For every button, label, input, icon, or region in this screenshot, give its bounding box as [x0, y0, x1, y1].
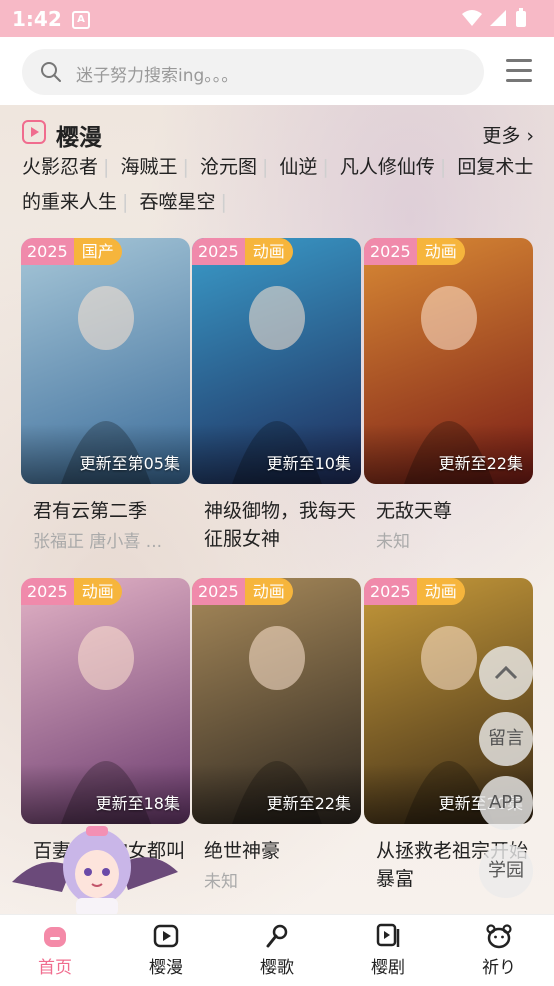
- tag-item[interactable]: 火影忍者: [22, 156, 98, 178]
- poster-image[interactable]: 2025 动画更新至22集: [192, 578, 361, 824]
- tag-item[interactable]: 仙逆: [279, 156, 317, 178]
- year-badge: 2025: [21, 578, 74, 605]
- type-badge: 动画: [244, 578, 293, 605]
- menu-icon[interactable]: [506, 59, 532, 83]
- tab-anime[interactable]: 樱漫: [121, 923, 211, 978]
- message-button[interactable]: 留言: [479, 712, 533, 766]
- more-link[interactable]: 更多 ›: [482, 121, 534, 148]
- tab-label: 樱漫: [149, 958, 183, 978]
- episode-status: 更新至10集: [266, 454, 351, 473]
- year-badge: 2025: [364, 578, 417, 605]
- search-icon: [40, 61, 62, 87]
- tab-songs[interactable]: 樱歌: [232, 923, 322, 978]
- episode-status: 更新至22集: [266, 794, 351, 813]
- play-icon: [153, 923, 179, 949]
- scroll-top-button[interactable]: [479, 646, 533, 700]
- section-header: 樱漫 更多 ›: [22, 118, 534, 151]
- app-notification-icon: A: [72, 11, 90, 29]
- year-badge: 2025: [364, 238, 417, 265]
- mascot-character[interactable]: [2, 812, 188, 916]
- card-title[interactable]: 神级御物，我每天征服女神: [192, 497, 361, 553]
- anime-card[interactable]: 2025 动画更新至10集神级御物，我每天征服女神: [192, 238, 361, 555]
- system-icons: [460, 8, 540, 34]
- app-button[interactable]: APP: [479, 776, 533, 830]
- tab-label: 樱剧: [371, 958, 405, 978]
- video-icon: [375, 923, 401, 949]
- poster-badge: 2025 动画: [192, 238, 293, 265]
- tag-item[interactable]: 海贼王: [120, 156, 177, 178]
- year-badge: 2025: [192, 238, 245, 265]
- poster-badge: 2025 国产: [21, 238, 122, 265]
- home-icon: [42, 923, 68, 949]
- episode-status: 更新至第05集: [79, 454, 180, 473]
- anime-card[interactable]: 2025 动画更新至22集绝世神豪未知: [192, 578, 361, 892]
- search-placeholder: 迷子努力搜索ing。。。: [76, 66, 239, 86]
- card-title[interactable]: 无敌天尊: [364, 497, 533, 525]
- bottom-tab-bar: 首页 樱漫 樱歌 樱剧 祈り: [0, 914, 554, 986]
- type-badge: 动画: [244, 238, 293, 265]
- anime-card[interactable]: 2025 动画更新至22集无敌天尊未知: [364, 238, 533, 552]
- type-badge: 国产: [73, 238, 122, 265]
- tab-drama[interactable]: 樱剧: [343, 923, 433, 978]
- anime-section-icon: [22, 120, 46, 144]
- tag-item[interactable]: 沧元图: [200, 156, 257, 178]
- wifi-signal-battery-icon: [462, 8, 526, 27]
- tag-list: 火影忍者 | 海贼王 | 沧元图 | 仙逆 | 凡人修仙传 | 回复术士的重来人生 | 吞噬…: [22, 156, 534, 213]
- school-button[interactable]: 学园: [479, 844, 533, 898]
- poster-image[interactable]: 2025 动画更新至22集: [364, 238, 533, 484]
- poster-badge: 2025 动画: [364, 238, 465, 265]
- tab-home[interactable]: 首页: [10, 923, 100, 978]
- type-badge: 动画: [73, 578, 122, 605]
- type-badge: 动画: [416, 578, 465, 605]
- tab-pray[interactable]: 祈り: [454, 923, 544, 978]
- status-time: 1:42: [12, 7, 62, 31]
- tab-label: 樱歌: [260, 958, 294, 978]
- tag-item[interactable]: 凡人修仙传: [340, 156, 435, 178]
- episode-status: 更新至18集: [95, 794, 180, 813]
- year-badge: 2025: [21, 238, 74, 265]
- tag-item[interactable]: 回复术士的重来人生: [22, 156, 533, 213]
- poster-image[interactable]: 2025 动画更新至10集: [192, 238, 361, 484]
- poster-badge: 2025 动画: [21, 578, 122, 605]
- tab-label: 首页: [38, 958, 72, 978]
- card-subtitle: 未知: [376, 532, 410, 552]
- top-header: 迷子努力搜索ing。。。: [0, 37, 554, 105]
- poster-image[interactable]: 2025 国产更新至第05集: [21, 238, 190, 484]
- search-bar[interactable]: 迷子努力搜索ing。。。: [22, 49, 484, 95]
- main-content: 樱漫 更多 › 火影忍者 | 海贼王 | 沧元图 | 仙逆 | 凡人修仙传 | 回复术士的…: [0, 104, 554, 914]
- status-bar: 1:42 A: [0, 0, 554, 37]
- poster-badge: 2025 动画: [192, 578, 293, 605]
- mic-icon: [264, 923, 290, 949]
- tag-item[interactable]: 吞噬星空: [139, 191, 215, 213]
- tab-label: 祈り: [482, 958, 516, 978]
- poster-badge: 2025 动画: [364, 578, 465, 605]
- card-title[interactable]: 绝世神豪: [192, 837, 361, 865]
- year-badge: 2025: [192, 578, 245, 605]
- anime-card[interactable]: 2025 国产更新至第05集君有云第二季张福正 唐小喜 ...: [21, 238, 190, 552]
- card-subtitle: 张福正 唐小喜 ...: [33, 532, 163, 552]
- section-title: 樱漫: [56, 125, 102, 151]
- type-badge: 动画: [416, 238, 465, 265]
- bear-icon: [486, 923, 512, 949]
- card-title[interactable]: 君有云第二季: [21, 497, 190, 525]
- episode-status: 更新至22集: [438, 454, 523, 473]
- card-subtitle: 未知: [204, 872, 238, 892]
- poster-image[interactable]: 2025 动画更新至18集: [21, 578, 190, 824]
- chevron-up-icon: [494, 665, 518, 680]
